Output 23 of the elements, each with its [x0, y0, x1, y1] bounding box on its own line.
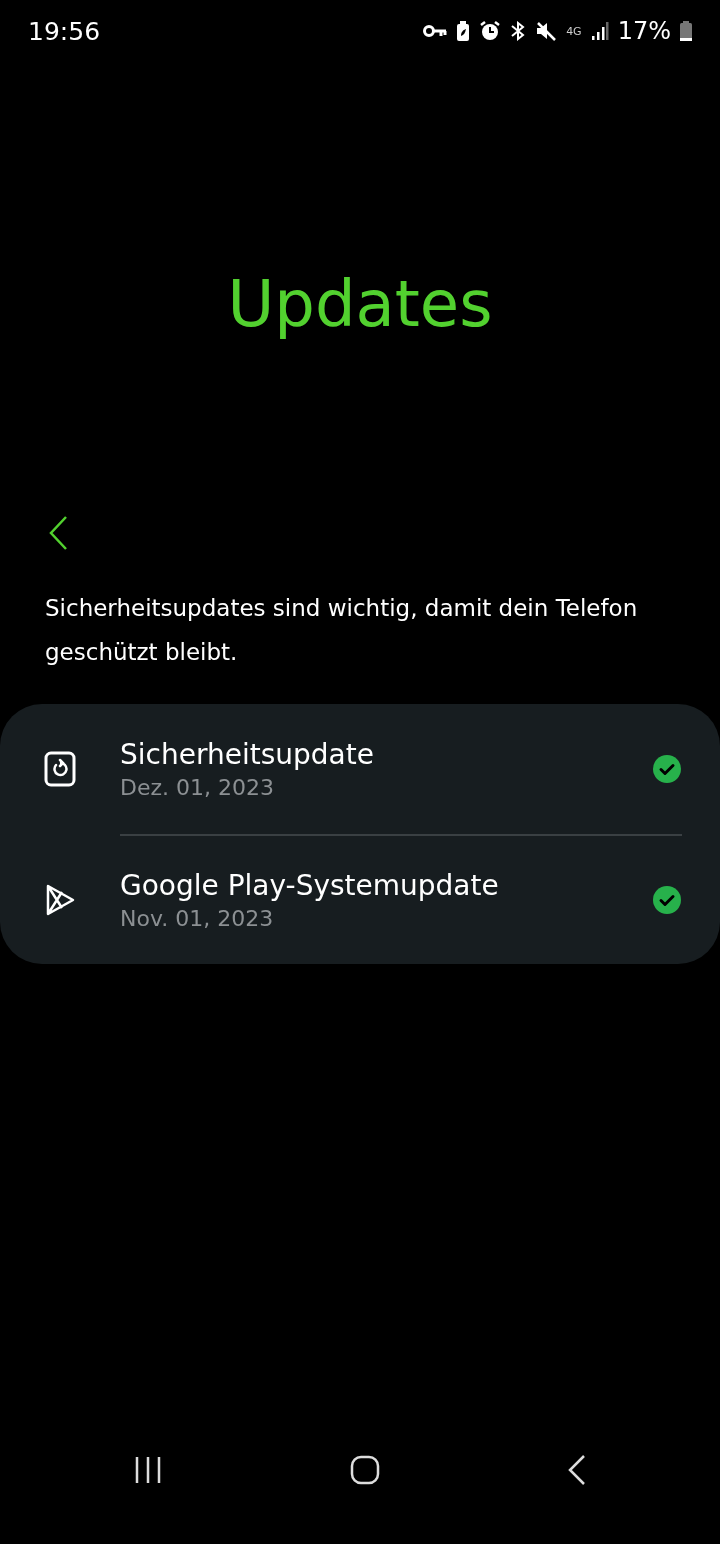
item-title: Google Play-Systemupdate [120, 869, 500, 902]
chevron-left-icon [48, 515, 68, 551]
item-date: Nov. 01, 2023 [120, 906, 275, 931]
clock-time: 19:56 [28, 16, 101, 46]
bluetooth-icon [510, 21, 527, 41]
update-item[interactable]: Google Play-Systemupdate Nov. 01, 2023 [0, 836, 682, 964]
key-icon [423, 24, 448, 38]
refresh-icon [44, 751, 76, 787]
item-title: Sicherheitsupdate [120, 738, 375, 771]
home-icon[interactable] [350, 1455, 380, 1485]
alarm-icon [479, 20, 502, 42]
item-date: Dez. 01, 2023 [120, 775, 275, 800]
update-item[interactable]: Sicherheitsupdate Dez. 01, 2023 [0, 704, 682, 834]
battery-percent: 17% [617, 17, 671, 45]
back-icon[interactable] [566, 1454, 587, 1486]
mute-icon [535, 21, 558, 41]
page-title: Updates [227, 268, 493, 340]
signal-icon [590, 22, 609, 40]
battery-saver-icon [456, 21, 471, 41]
play-triangle-icon [44, 883, 76, 917]
network-type: 4G [566, 25, 582, 37]
battery-icon [680, 21, 692, 41]
description-text: Sicherheitsupdates sind wichtig, damit dein Telefon geschützt bleibt. [45, 594, 639, 667]
